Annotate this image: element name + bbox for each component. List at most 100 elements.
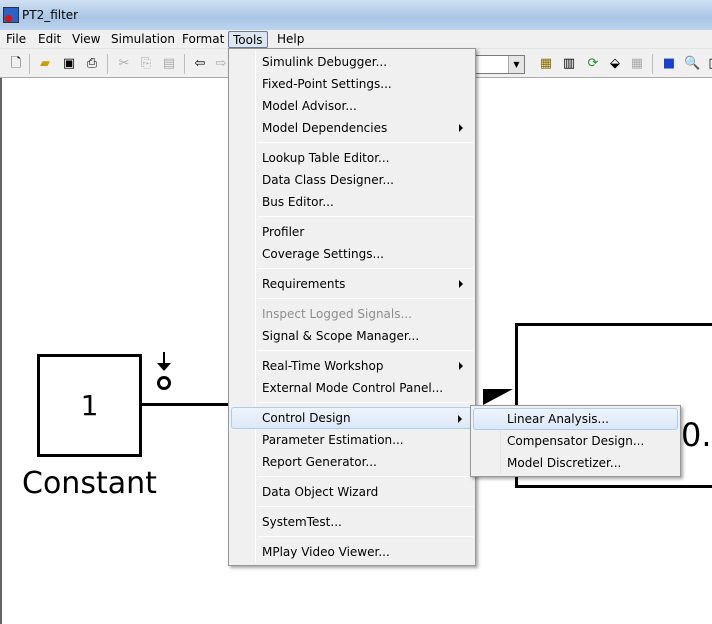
divider <box>184 54 185 74</box>
input-port-arrow-icon <box>483 389 513 405</box>
menu-item-real-time-workshop[interactable]: Real-Time Workshop <box>231 355 473 377</box>
menu-item-label: Simulink Debugger... <box>262 55 388 69</box>
menu-item-systemtest[interactable]: SystemTest... <box>231 511 473 533</box>
model-browser-icon[interactable]: ▯ <box>704 56 712 72</box>
simulation-mode-select[interactable]: ▼ <box>470 55 525 74</box>
down-arrow-icon <box>157 363 171 371</box>
chevron-down-icon[interactable]: ▼ <box>508 56 524 73</box>
build-icon[interactable]: ⬙ <box>607 56 623 72</box>
model-explorer-icon[interactable]: ■ <box>661 56 677 72</box>
menu-item-label: Lookup Table Editor... <box>262 151 390 165</box>
menu-item-model-discretizer[interactable]: Model Discretizer... <box>473 452 678 474</box>
menu-bar: File Edit View Simulation Format Tools H… <box>0 30 712 49</box>
divider <box>29 54 30 74</box>
menu-view[interactable]: View <box>68 31 104 48</box>
menu-item-mplay-video-viewer[interactable]: MPlay Video Viewer... <box>231 541 473 563</box>
menu-item-label: Fixed-Point Settings... <box>262 77 392 91</box>
menu-simulation[interactable]: Simulation <box>107 31 179 48</box>
menu-separator <box>257 476 473 477</box>
menu-item-external-mode-control-panel[interactable]: External Mode Control Panel... <box>231 377 473 399</box>
menu-file[interactable]: File <box>2 31 30 48</box>
menu-separator <box>257 536 473 537</box>
menu-item-report-generator[interactable]: Report Generator... <box>231 451 473 473</box>
menu-separator <box>257 142 473 143</box>
menu-help[interactable]: Help <box>273 31 308 48</box>
menu-separator <box>257 402 473 403</box>
menu-format[interactable]: Format <box>178 31 228 48</box>
gain-value: 0.0 <box>681 416 712 454</box>
menu-edit[interactable]: Edit <box>34 31 65 48</box>
constant-value: 1 <box>80 389 99 422</box>
menu-separator <box>257 268 473 269</box>
paste-icon[interactable]: ▤ <box>161 56 177 72</box>
menu-item-linear-analysis[interactable]: Linear Analysis... <box>473 408 678 430</box>
update-diagram-icon[interactable]: ▥ <box>561 56 577 72</box>
menu-tools[interactable]: Tools <box>228 31 268 48</box>
menu-item-label: Report Generator... <box>262 455 377 469</box>
submenu-arrow-icon <box>458 415 462 423</box>
menu-separator <box>257 216 473 217</box>
menu-item-simulink-debugger[interactable]: Simulink Debugger... <box>231 51 473 73</box>
menu-item-label: Inspect Logged Signals... <box>262 307 412 321</box>
debugger-icon[interactable]: 🔍 <box>684 56 700 72</box>
menu-item-data-class-designer[interactable]: Data Class Designer... <box>231 169 473 191</box>
incremental-build-icon[interactable]: ▦ <box>629 56 645 72</box>
menu-separator <box>257 350 473 351</box>
menu-item-requirements[interactable]: Requirements <box>231 273 473 295</box>
library-browser-icon[interactable]: ▦ <box>538 56 554 72</box>
constant-block[interactable]: 1 <box>37 354 142 457</box>
cut-icon[interactable]: ✂ <box>116 56 132 72</box>
menu-item-compensator-design[interactable]: Compensator Design... <box>473 430 678 452</box>
menu-item-control-design[interactable]: Control Design <box>231 407 473 429</box>
submenu-arrow-icon <box>459 124 463 132</box>
menu-item-label: Profiler <box>262 225 305 239</box>
menu-item-model-advisor[interactable]: Model Advisor... <box>231 95 473 117</box>
menu-item-coverage-settings[interactable]: Coverage Settings... <box>231 243 473 265</box>
refresh-icon[interactable]: ⟳ <box>585 56 601 72</box>
save-icon[interactable]: ▣ <box>61 56 77 72</box>
menu-item-label: SystemTest... <box>262 515 342 529</box>
menu-item-inspect-logged-signals: Inspect Logged Signals... <box>231 303 473 325</box>
menu-item-label: Model Advisor... <box>262 99 357 113</box>
simulink-app-icon[interactable] <box>3 7 19 23</box>
submenu-arrow-icon <box>459 362 463 370</box>
constant-label[interactable]: Constant <box>22 466 157 501</box>
title-bar: PT2_filter <box>0 0 712 30</box>
test-point-icon <box>157 376 171 390</box>
menu-item-signal-scope-manager[interactable]: Signal & Scope Manager... <box>231 325 473 347</box>
divider <box>107 54 108 74</box>
menu-item-parameter-estimation[interactable]: Parameter Estimation... <box>231 429 473 451</box>
menu-item-profiler[interactable]: Profiler <box>231 221 473 243</box>
menu-item-label: Coverage Settings... <box>262 247 384 261</box>
menu-item-data-object-wizard[interactable]: Data Object Wizard <box>231 481 473 503</box>
menu-item-bus-editor[interactable]: Bus Editor... <box>231 191 473 213</box>
menu-item-label: Parameter Estimation... <box>262 433 404 447</box>
menu-item-label: Model Dependencies <box>262 121 388 135</box>
menu-item-label: Signal & Scope Manager... <box>262 329 420 343</box>
menu-item-label: Data Class Designer... <box>262 173 394 187</box>
open-icon[interactable]: ▰ <box>37 56 53 72</box>
menu-item-label: Control Design <box>262 411 351 425</box>
menu-separator <box>257 298 473 299</box>
tools-menu: Simulink Debugger... Fixed-Point Settings… <box>228 48 476 566</box>
menu-item-label: Requirements <box>262 277 346 291</box>
menu-item-lookup-table-editor[interactable]: Lookup Table Editor... <box>231 147 473 169</box>
signal-line[interactable] <box>142 403 232 406</box>
menu-separator <box>257 506 473 507</box>
copy-icon[interactable]: ⎘ <box>138 56 154 72</box>
control-design-submenu: Linear Analysis... Compensator Design...… <box>470 405 681 477</box>
menu-item-model-dependencies[interactable]: Model Dependencies <box>231 117 473 139</box>
menu-item-label: Bus Editor... <box>262 195 334 209</box>
redo-icon[interactable]: ⇨ <box>213 56 229 72</box>
menu-item-fixed-point-settings[interactable]: Fixed-Point Settings... <box>231 73 473 95</box>
menu-item-label: MPlay Video Viewer... <box>262 545 390 559</box>
submenu-arrow-icon <box>459 280 463 288</box>
menu-item-label: Real-Time Workshop <box>262 359 384 373</box>
window-title: PT2_filter <box>22 8 79 22</box>
new-icon[interactable]: 🗋 <box>8 56 24 72</box>
menu-item-label: Data Object Wizard <box>262 485 379 499</box>
divider <box>652 54 653 74</box>
print-icon[interactable]: ⎙ <box>84 56 100 72</box>
menu-item-label: External Mode Control Panel... <box>262 381 444 395</box>
undo-icon[interactable]: ⇦ <box>192 56 208 72</box>
